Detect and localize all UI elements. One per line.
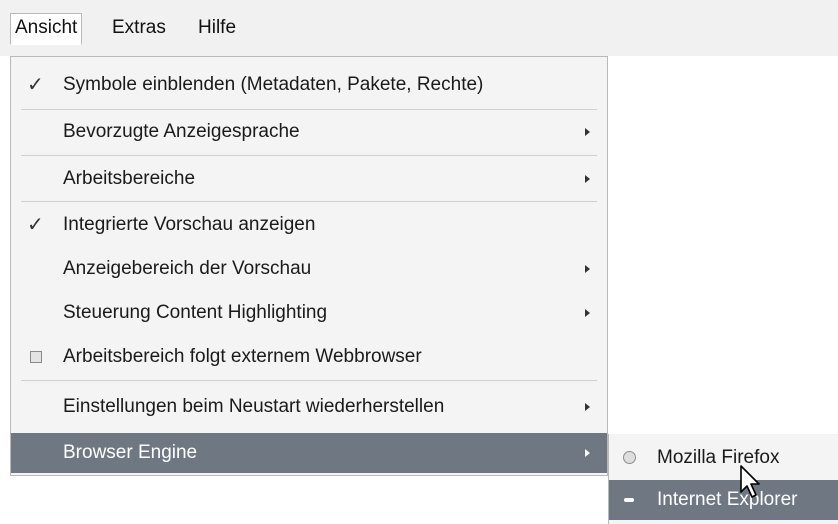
menu-ansicht[interactable]: Ansicht [10, 13, 83, 45]
mouse-cursor-icon [740, 465, 760, 498]
submenu-arrow-icon [585, 309, 590, 317]
menu-separator [21, 380, 597, 381]
radio-unselected-icon[interactable] [623, 451, 636, 464]
menu-separator [21, 201, 597, 202]
menu-item-arbeitsbereiche[interactable]: Arbeitsbereiche [11, 159, 607, 199]
menu-item-symbole-einblenden[interactable]: ✓ Symbole einblenden (Metadaten, Pakete,… [11, 65, 607, 105]
menu-item-label: Einstellungen beim Neustart wiederherste… [63, 396, 445, 417]
menu-item-einstellungen-neustart[interactable]: Einstellungen beim Neustart wiederherste… [11, 387, 607, 427]
submenu-item-label: Internet Explorer [657, 489, 798, 510]
menu-extras[interactable]: Extras [108, 14, 170, 42]
submenu-item-mozilla-firefox[interactable]: Mozilla Firefox [609, 438, 838, 478]
checkmark-icon: ✓ [27, 214, 44, 236]
submenu-arrow-icon [585, 403, 590, 411]
menu-hilfe[interactable]: Hilfe [194, 14, 240, 42]
menu-item-bevorzugte-anzeigesprache[interactable]: Bevorzugte Anzeigesprache [11, 112, 607, 152]
menu-item-content-highlighting[interactable]: Steuerung Content Highlighting [11, 293, 607, 333]
submenu-arrow-icon [585, 175, 590, 183]
submenu-item-internet-explorer[interactable]: Internet Explorer [609, 480, 838, 520]
menu-item-arbeitsbereich-folgt-webbrowser[interactable]: Arbeitsbereich folgt externem Webbrowser [11, 337, 607, 377]
menu-item-label: Steuerung Content Highlighting [63, 302, 328, 323]
menu-item-label: Arbeitsbereich folgt externem Webbrowser [63, 346, 422, 367]
submenu-arrow-icon [585, 265, 590, 273]
submenu-arrow-icon [585, 449, 590, 457]
menu-item-browser-engine[interactable]: Browser Engine [11, 433, 607, 473]
menu-item-label: Browser Engine [63, 442, 198, 463]
menu-item-label: Symbole einblenden (Metadaten, Pakete, R… [63, 74, 484, 95]
menu-item-anzeigebereich-vorschau[interactable]: Anzeigebereich der Vorschau [11, 249, 607, 289]
menu-separator [21, 155, 597, 156]
menu-bar: Ansicht Extras Hilfe [0, 0, 838, 56]
radio-selected-icon[interactable] [624, 498, 634, 502]
menu-item-label: Arbeitsbereiche [63, 168, 196, 189]
checkmark-icon: ✓ [27, 74, 44, 96]
checkbox-icon[interactable] [30, 351, 42, 363]
submenu-arrow-icon [585, 128, 590, 136]
menu-item-label: Bevorzugte Anzeigesprache [63, 121, 300, 142]
menu-item-integrierte-vorschau[interactable]: ✓ Integrierte Vorschau anzeigen [11, 205, 607, 245]
menu-separator [21, 109, 597, 110]
menu-item-label: Anzeigebereich der Vorschau [63, 258, 312, 279]
ansicht-dropdown-menu: ✓ Symbole einblenden (Metadaten, Pakete,… [10, 56, 608, 476]
menu-item-label: Integrierte Vorschau anzeigen [63, 214, 316, 235]
browser-engine-submenu: Mozilla Firefox Internet Explorer [608, 434, 838, 524]
